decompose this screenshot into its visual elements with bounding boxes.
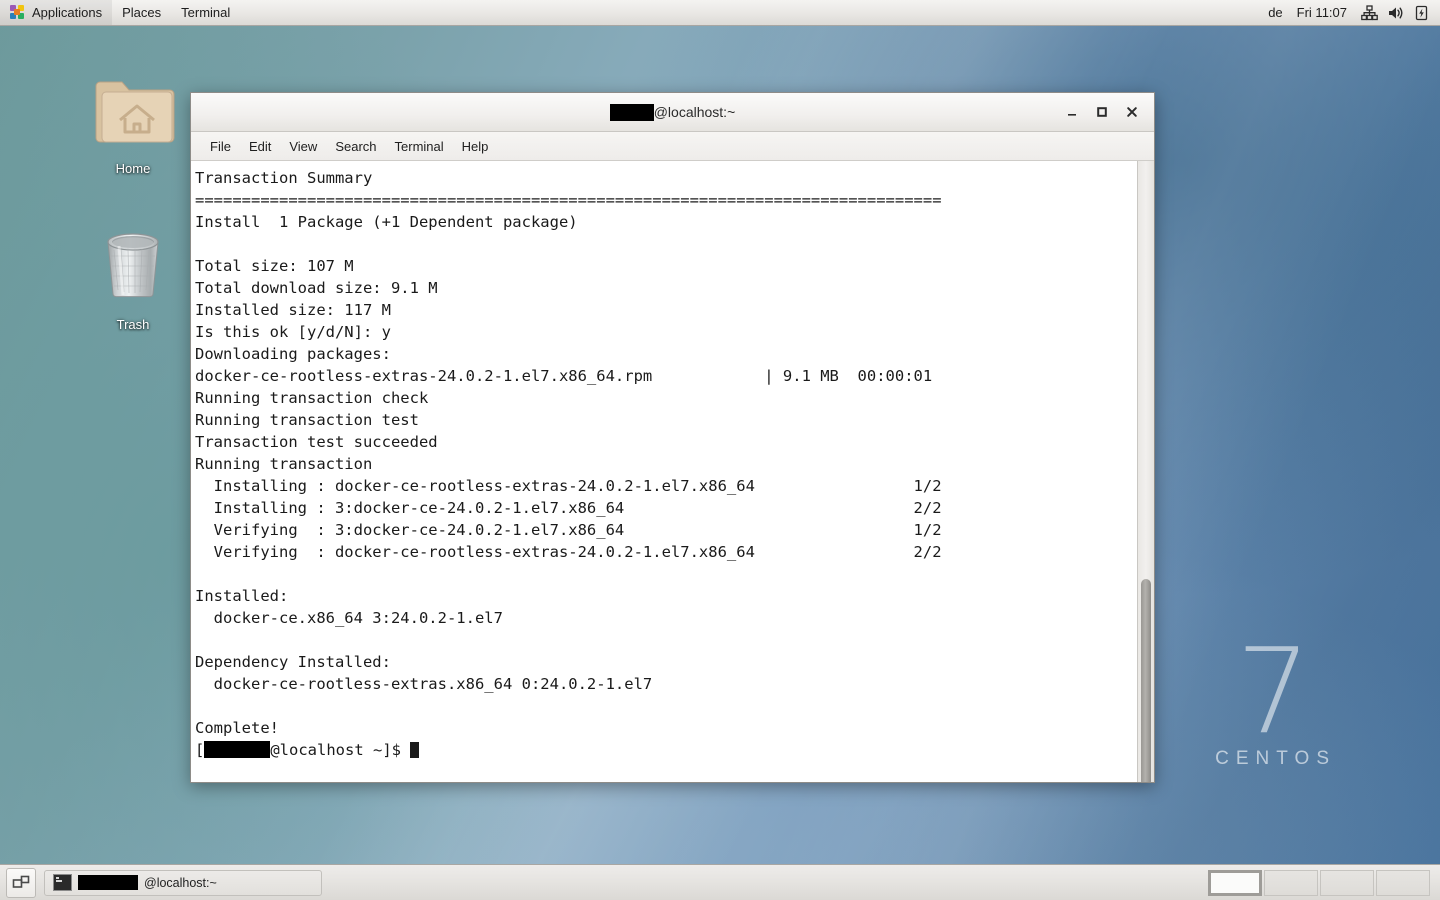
battery-icon[interactable] (1410, 2, 1432, 24)
window-title-text: @localhost:~ (653, 104, 736, 120)
places-menu[interactable]: Places (112, 0, 171, 25)
menu-terminal[interactable]: Terminal (386, 136, 453, 157)
terminal-line: Running transaction (195, 455, 373, 473)
applications-menu-label: Applications (32, 5, 103, 20)
terminal-line: Installing : 3:docker-ce-24.0.2-1.el7.x8… (195, 499, 942, 517)
workspace-switcher (1208, 869, 1434, 896)
terminal-line: Installing : docker-ce-rootless-extras-2… (195, 477, 942, 495)
terminal-line: Transaction test succeeded (195, 433, 438, 451)
keyboard-layout-indicator[interactable]: de (1261, 5, 1289, 20)
taskbar-window-label: @localhost:~ (144, 875, 217, 890)
applications-menu[interactable]: Applications (0, 0, 113, 25)
workspace-2[interactable] (1264, 869, 1318, 896)
terminal-icon (53, 874, 72, 891)
show-desktop-button[interactable] (6, 867, 36, 898)
redacted-username-taskbar (78, 875, 138, 890)
terminal-titlebar[interactable]: @localhost:~ (191, 93, 1154, 132)
terminal-cursor (410, 742, 420, 758)
terminal-line: docker-ce.x86_64 3:24.0.2-1.el7 (195, 609, 503, 627)
terminal-menubar: File Edit View Search Terminal Help (191, 132, 1154, 161)
network-icon[interactable] (1358, 2, 1380, 24)
menu-edit[interactable]: Edit (240, 136, 280, 157)
redacted-username-prompt (204, 741, 271, 758)
menu-file[interactable]: File (201, 136, 240, 157)
workspace-4[interactable] (1376, 869, 1430, 896)
places-menu-label: Places (122, 5, 162, 20)
terminal-scrollbar-thumb[interactable] (1141, 579, 1151, 782)
workspace-1[interactable] (1208, 869, 1262, 896)
terminal-prompt-line: [ @localhost ~]$ (195, 739, 1137, 761)
terminal-line: Verifying : docker-ce-rootless-extras-24… (195, 543, 942, 561)
trash-icon (94, 226, 172, 311)
desktop-icon-home[interactable]: Home (78, 72, 188, 176)
terminal-line: Install 1 Package (+1 Dependent package) (195, 213, 578, 231)
top-panel-menus: Applications Places Terminal (0, 0, 240, 25)
terminal-line: docker-ce-rootless-extras-24.0.2-1.el7.x… (195, 367, 933, 385)
menu-search[interactable]: Search (326, 136, 385, 157)
task-list: @localhost:~ (44, 869, 322, 896)
menu-help[interactable]: Help (453, 136, 498, 157)
terminal-line: Running transaction check (195, 389, 429, 407)
centos-watermark: 7 CENTOS (1209, 622, 1336, 770)
terminal-window[interactable]: @localhost:~ File Edit View Search Termi… (190, 92, 1155, 783)
gnome-logo-icon (10, 4, 26, 21)
terminal-line: Total size: 107 M (195, 257, 354, 275)
system-tray: de Fri 11:07 (1261, 0, 1440, 25)
terminal-app-menu[interactable]: Terminal (171, 0, 240, 25)
terminal-line: Dependency Installed: (195, 653, 391, 671)
terminal-line: ========================================… (195, 191, 942, 209)
terminal-line: Verifying : 3:docker-ce-24.0.2-1.el7.x86… (195, 521, 942, 539)
bottom-panel: @localhost:~ (0, 864, 1440, 900)
centos-version-number: 7 (1236, 622, 1311, 761)
terminal-line: Installed size: 117 M (195, 301, 391, 319)
terminal-output[interactable]: Transaction Summary =====================… (191, 161, 1137, 782)
home-folder-icon (90, 72, 176, 155)
clock[interactable]: Fri 11:07 (1290, 5, 1354, 20)
window-title: @localhost:~ (191, 103, 1154, 121)
volume-icon[interactable] (1384, 2, 1406, 24)
taskbar-window-button[interactable]: @localhost:~ (44, 869, 322, 896)
terminal-line: Complete! (195, 719, 279, 737)
top-panel: Applications Places Terminal de Fri 11:0… (0, 0, 1440, 26)
desktop-icon-home-label: Home (115, 161, 151, 176)
terminal-line: Installed: (195, 587, 289, 605)
desktop-icon-trash[interactable]: Trash (78, 226, 188, 332)
terminal-line: Running transaction test (195, 411, 419, 429)
desktop-icon-trash-label: Trash (116, 317, 150, 332)
prompt-suffix: @localhost ~]$ (270, 741, 411, 759)
menu-view[interactable]: View (280, 136, 326, 157)
redacted-username-title (609, 103, 654, 121)
terminal-scrollbar[interactable] (1137, 161, 1154, 782)
terminal-app-menu-label: Terminal (181, 5, 231, 20)
terminal-line: Downloading packages: (195, 345, 391, 363)
terminal-line: Total download size: 9.1 M (195, 279, 438, 297)
desktop[interactable]: Applications Places Terminal de Fri 11:0… (0, 0, 1440, 900)
workspace-3[interactable] (1320, 869, 1374, 896)
terminal-line: docker-ce-rootless-extras.x86_64 0:24.0.… (195, 675, 653, 693)
prompt-bracket-open: [ (195, 741, 205, 759)
terminal-body[interactable]: Transaction Summary =====================… (191, 161, 1154, 782)
centos-distro-name: CENTOS (1215, 748, 1336, 769)
show-desktop-icon (12, 875, 30, 888)
terminal-line: Is this ok [y/d/N]: y (195, 323, 391, 341)
terminal-line: Transaction Summary (195, 169, 373, 187)
